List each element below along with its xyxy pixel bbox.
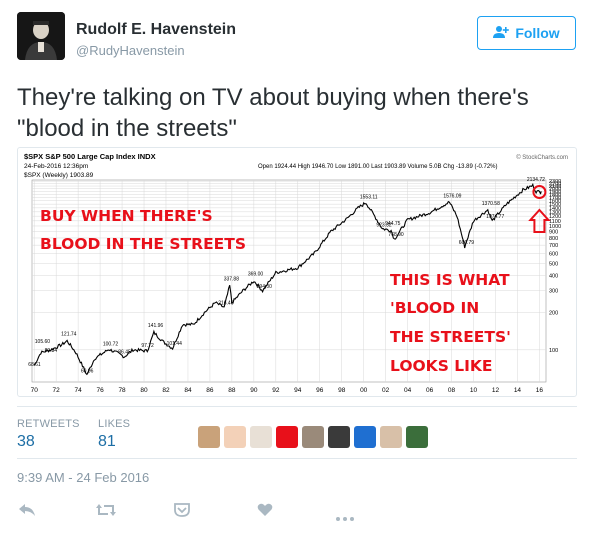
- x-tick-label: 02: [382, 387, 390, 394]
- liker-avatar[interactable]: [328, 426, 350, 448]
- value-annotation: 768.90: [388, 232, 404, 238]
- value-annotation: 337.88: [224, 276, 240, 282]
- likes-count[interactable]: 81: [98, 433, 116, 451]
- tweet-image[interactable]: $SPX S&P 500 Large Cap Index INDX 24-Feb…: [17, 147, 577, 397]
- value-annotation: 105.60: [35, 339, 51, 345]
- x-tick-label: 74: [75, 387, 83, 394]
- x-tick-label: 12: [492, 387, 500, 394]
- value-annotation: 100.72: [103, 341, 119, 347]
- x-tick-label: 94: [294, 387, 302, 394]
- x-tick-label: 72: [53, 387, 61, 394]
- chart-watermark: © StockCharts.com: [516, 154, 568, 161]
- y-tick-label: 500: [549, 261, 558, 267]
- likes-label: LIKES: [98, 418, 131, 430]
- value-annotation: 1553.11: [360, 194, 378, 200]
- follow-label: Follow: [515, 25, 560, 41]
- x-tick-label: 08: [448, 387, 456, 394]
- x-tick-label: 80: [140, 387, 148, 394]
- divider-bottom: [17, 458, 577, 459]
- value-annotation: 121.74: [61, 331, 77, 337]
- value-annotation: 216.46: [218, 300, 234, 306]
- retweets-count[interactable]: 38: [17, 433, 35, 451]
- x-tick-label: 84: [184, 387, 192, 394]
- follow-button[interactable]: Follow: [477, 16, 576, 50]
- y-tick-label: 400: [549, 273, 558, 279]
- x-tick-label: 86: [206, 387, 214, 394]
- value-annotation: 141.96: [148, 323, 164, 329]
- liker-avatar[interactable]: [224, 426, 246, 448]
- x-tick-label: 06: [426, 387, 434, 394]
- liker-avatar[interactable]: [198, 426, 220, 448]
- value-annotation: 944.75: [385, 221, 401, 227]
- value-annotation: 1370.58: [482, 201, 500, 207]
- value-annotation: 86.45: [118, 350, 131, 356]
- liker-avatar[interactable]: [276, 426, 298, 448]
- overlay-text-left-1: BUY WHEN THERE'S: [40, 207, 213, 225]
- y-tick-label: 100: [549, 348, 558, 354]
- retweets-label: RETWEETS: [17, 418, 80, 430]
- value-annotation: 1074.77: [486, 214, 504, 220]
- user-handle[interactable]: @RudyHavenstein: [76, 43, 185, 58]
- value-annotation: 369.00: [248, 272, 264, 278]
- chart-ohlc-line: Open 1924.44 High 1946.70 Low 1891.00 La…: [258, 164, 498, 170]
- x-tick-label: 16: [536, 387, 544, 394]
- user-name[interactable]: Rudolf E. Havenstein: [76, 21, 236, 39]
- x-tick-label: 88: [228, 387, 236, 394]
- overlay-text-right-4: LOOKS LIKE: [390, 357, 493, 375]
- y-tick-label: 200: [549, 311, 558, 317]
- x-tick-label: 70: [31, 387, 39, 394]
- x-tick-label: 14: [514, 387, 522, 394]
- chart-legend-line: $SPX (Weekly) 1903.89: [24, 172, 94, 179]
- overlay-text-right-2: 'BLOOD IN: [390, 299, 479, 317]
- y-tick-label: 700: [549, 243, 558, 249]
- liker-avatar[interactable]: [380, 426, 402, 448]
- x-tick-label: 82: [162, 387, 170, 394]
- spx-chart: $SPX S&P 500 Large Cap Index INDX 24-Feb…: [24, 152, 568, 394]
- y-tick-label: 600: [549, 251, 558, 257]
- x-tick-label: 04: [404, 387, 412, 394]
- x-tick-label: 92: [272, 387, 280, 394]
- retweet-icon[interactable]: [95, 503, 117, 522]
- chart-symbol-line: $SPX S&P 500 Large Cap Index INDX: [24, 152, 156, 161]
- reply-icon[interactable]: [18, 503, 36, 522]
- value-annotation: 89.34: [45, 348, 58, 354]
- value-annotation: 666.79: [459, 240, 475, 246]
- x-tick-label: 96: [316, 387, 324, 394]
- share-icon[interactable]: [174, 503, 190, 522]
- x-tick-label: 00: [360, 387, 368, 394]
- liker-avatar[interactable]: [354, 426, 376, 448]
- add-user-icon: [493, 25, 510, 42]
- chart-date-line: 24-Feb-2016 12:36pm: [24, 163, 88, 170]
- value-annotation: 1576.09: [443, 193, 461, 199]
- liker-avatar[interactable]: [406, 426, 428, 448]
- liker-avatar[interactable]: [302, 426, 324, 448]
- more-icon[interactable]: [336, 508, 354, 526]
- value-annotation: 2134.72: [527, 177, 545, 183]
- like-icon[interactable]: [257, 503, 273, 522]
- tweet-text: They're talking on TV about buying when …: [17, 84, 529, 142]
- x-tick-label: 78: [118, 387, 126, 394]
- y-tick-label: 300: [549, 289, 558, 295]
- avatar[interactable]: [17, 12, 65, 60]
- overlay-text-right-1: THIS IS WHAT: [390, 271, 510, 289]
- y-tick-label: 800: [549, 236, 558, 242]
- liker-avatar[interactable]: [250, 426, 272, 448]
- x-tick-label: 76: [96, 387, 104, 394]
- liker-avatars: [198, 426, 428, 448]
- divider-top: [17, 406, 577, 407]
- overlay-text-right-3: THE STREETS': [390, 328, 511, 346]
- value-annotation: 294.00: [257, 284, 273, 290]
- value-annotation: 101.44: [167, 341, 183, 347]
- overlay-text-left-2: BLOOD IN THE STREETS: [40, 235, 246, 253]
- x-tick-label: 98: [338, 387, 346, 394]
- x-tick-label: 90: [250, 387, 258, 394]
- value-annotation: 97.72: [141, 343, 154, 349]
- value-annotation: 60.96: [81, 368, 94, 374]
- value-annotation: 68.61: [28, 362, 41, 368]
- y-tick-label: 900: [549, 230, 558, 236]
- x-tick-label: 10: [470, 387, 478, 394]
- tweet-timestamp[interactable]: 9:39 AM - 24 Feb 2016: [17, 470, 149, 485]
